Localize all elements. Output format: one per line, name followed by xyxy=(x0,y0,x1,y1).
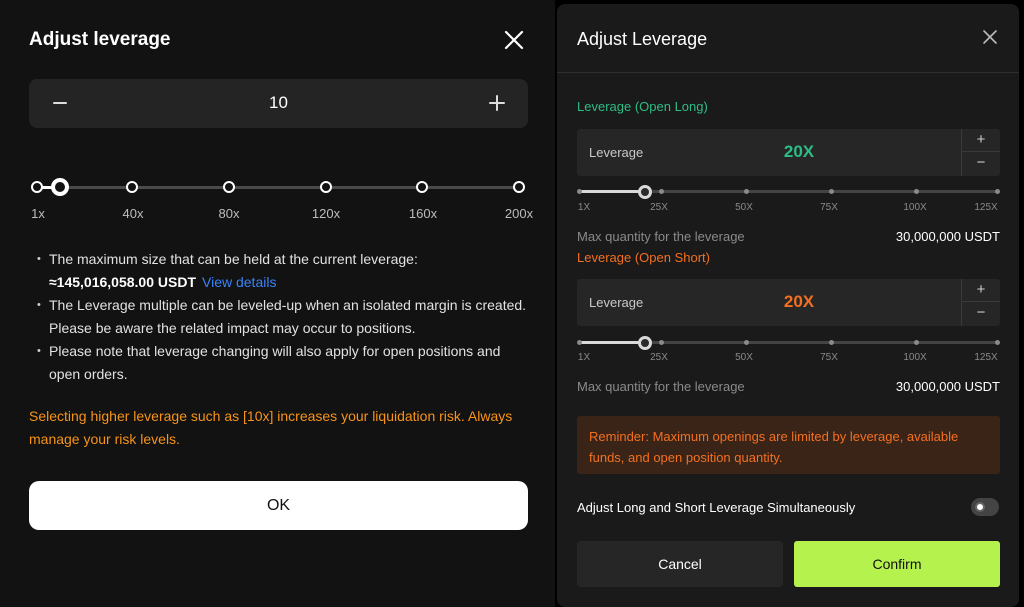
adjust-leverage-modal-right: Adjust Leverage Leverage (Open Long) Lev… xyxy=(557,4,1019,607)
adjust-leverage-modal-left: Adjust leverage 10 1x 40x 80x 120x 160x … xyxy=(0,0,555,607)
slider-tick-labels: 1x 40x 80x 120x 160x 200x xyxy=(0,206,555,224)
max-quantity-value: 30,000,000 USDT xyxy=(895,379,1000,394)
info-item: The maximum size that can be held at the… xyxy=(37,248,527,294)
max-size-amount: ≈145,016,058.00 USDT xyxy=(49,274,196,290)
tick-label: 80x xyxy=(218,206,240,221)
info-text: The maximum size that can be held at the… xyxy=(49,251,418,267)
long-leverage-slider[interactable] xyxy=(577,185,1001,199)
leverage-info: The maximum size that can be held at the… xyxy=(37,248,527,386)
slider-mark[interactable] xyxy=(995,340,1000,345)
simultaneous-adjust-toggle[interactable] xyxy=(971,498,999,516)
slider-mark[interactable] xyxy=(320,181,332,193)
slider-mark[interactable] xyxy=(416,181,428,193)
short-stepper-buttons: + − xyxy=(961,279,1000,326)
ok-button[interactable]: OK xyxy=(29,481,528,530)
max-quantity-label: Max quantity for the leverage xyxy=(577,229,745,244)
simultaneous-adjust-label: Adjust Long and Short Leverage Simultane… xyxy=(577,500,856,515)
slider-mark[interactable] xyxy=(223,181,235,193)
slider-mark[interactable] xyxy=(995,189,1000,194)
input-label: Leverage xyxy=(589,295,644,310)
short-leverage-slider[interactable] xyxy=(577,336,1001,350)
slider-mark[interactable] xyxy=(914,189,919,194)
tick-label: 160x xyxy=(408,206,438,221)
slider-mark[interactable] xyxy=(659,189,664,194)
modal-title: Adjust Leverage xyxy=(577,29,708,49)
long-leverage-value[interactable]: 20X xyxy=(759,142,839,162)
increase-button[interactable] xyxy=(485,91,509,115)
reminder-banner: Reminder: Maximum openings are limited b… xyxy=(577,416,1000,474)
short-leverage-value[interactable]: 20X xyxy=(759,292,839,312)
long-tick-labels: 1X 25X 50X 75X 100X 125X xyxy=(577,202,1007,214)
slider-mark[interactable] xyxy=(513,181,525,193)
tick-label: 25X xyxy=(650,352,668,363)
close-icon[interactable] xyxy=(500,26,528,54)
long-leverage-input: Leverage 20X + − xyxy=(577,129,1000,176)
confirm-button[interactable]: Confirm xyxy=(794,541,1000,587)
tick-label: 120x xyxy=(311,206,341,221)
tick-label: 1X xyxy=(577,352,591,363)
leverage-value-input[interactable]: 10 xyxy=(29,93,528,113)
slider-mark[interactable] xyxy=(577,340,582,345)
tick-label: 25X xyxy=(650,202,668,213)
leverage-slider[interactable] xyxy=(29,178,539,198)
leverage-stepper: 10 xyxy=(29,79,528,128)
slider-mark[interactable] xyxy=(577,189,582,194)
slider-thumb[interactable] xyxy=(638,336,652,350)
slider-mark[interactable] xyxy=(744,189,749,194)
slider-mark[interactable] xyxy=(31,181,43,193)
tick-label: 125X xyxy=(974,352,998,363)
tick-label: 1X xyxy=(577,202,591,213)
tick-label: 100X xyxy=(903,202,927,213)
cancel-button[interactable]: Cancel xyxy=(577,541,783,587)
view-details-link[interactable]: View details xyxy=(202,274,276,290)
risk-warning: Selecting higher leverage such as [10x] … xyxy=(29,408,513,447)
slider-mark[interactable] xyxy=(914,340,919,345)
slider-mark[interactable] xyxy=(659,340,664,345)
max-quantity-label: Max quantity for the leverage xyxy=(577,379,745,394)
short-max-quantity-row: Max quantity for the leverage 30,000,000… xyxy=(577,379,1000,394)
close-icon[interactable] xyxy=(981,28,999,46)
modal-title: Adjust leverage xyxy=(29,29,171,50)
max-quantity-value: 30,000,000 USDT xyxy=(895,229,1000,244)
slider-track-fill xyxy=(579,341,644,344)
slider-track-fill xyxy=(579,190,644,193)
long-decrease-button[interactable]: − xyxy=(962,152,1000,175)
tick-label: 200x xyxy=(504,206,534,221)
tick-label: 50X xyxy=(735,202,753,213)
info-item: The Leverage multiple can be leveled-up … xyxy=(37,294,527,340)
tick-label: 75X xyxy=(820,352,838,363)
header-divider xyxy=(557,72,1019,73)
short-leverage-input: Leverage 20X + − xyxy=(577,279,1000,326)
open-short-label: Leverage (Open Short) xyxy=(577,250,710,265)
tick-label: 125X xyxy=(974,202,998,213)
long-increase-button[interactable]: + xyxy=(962,129,1000,152)
slider-mark[interactable] xyxy=(126,181,138,193)
slider-mark[interactable] xyxy=(744,340,749,345)
slider-thumb[interactable] xyxy=(638,185,652,199)
toggle-knob xyxy=(975,502,985,512)
short-increase-button[interactable]: + xyxy=(962,279,1000,302)
tick-label: 50X xyxy=(735,352,753,363)
slider-mark[interactable] xyxy=(829,189,834,194)
open-long-label: Leverage (Open Long) xyxy=(577,99,708,114)
short-decrease-button[interactable]: − xyxy=(962,302,1000,325)
tick-label: 40x xyxy=(122,206,144,221)
long-max-quantity-row: Max quantity for the leverage 30,000,000… xyxy=(577,229,1000,244)
tick-label: 100X xyxy=(903,352,927,363)
tick-label: 75X xyxy=(820,202,838,213)
input-label: Leverage xyxy=(589,145,644,160)
tick-label: 1x xyxy=(31,206,45,221)
short-tick-labels: 1X 25X 50X 75X 100X 125X xyxy=(577,352,1007,364)
slider-track xyxy=(37,186,519,189)
slider-mark[interactable] xyxy=(829,340,834,345)
slider-thumb[interactable] xyxy=(51,178,69,196)
info-item: Please note that leverage changing will … xyxy=(37,340,527,386)
long-stepper-buttons: + − xyxy=(961,129,1000,176)
